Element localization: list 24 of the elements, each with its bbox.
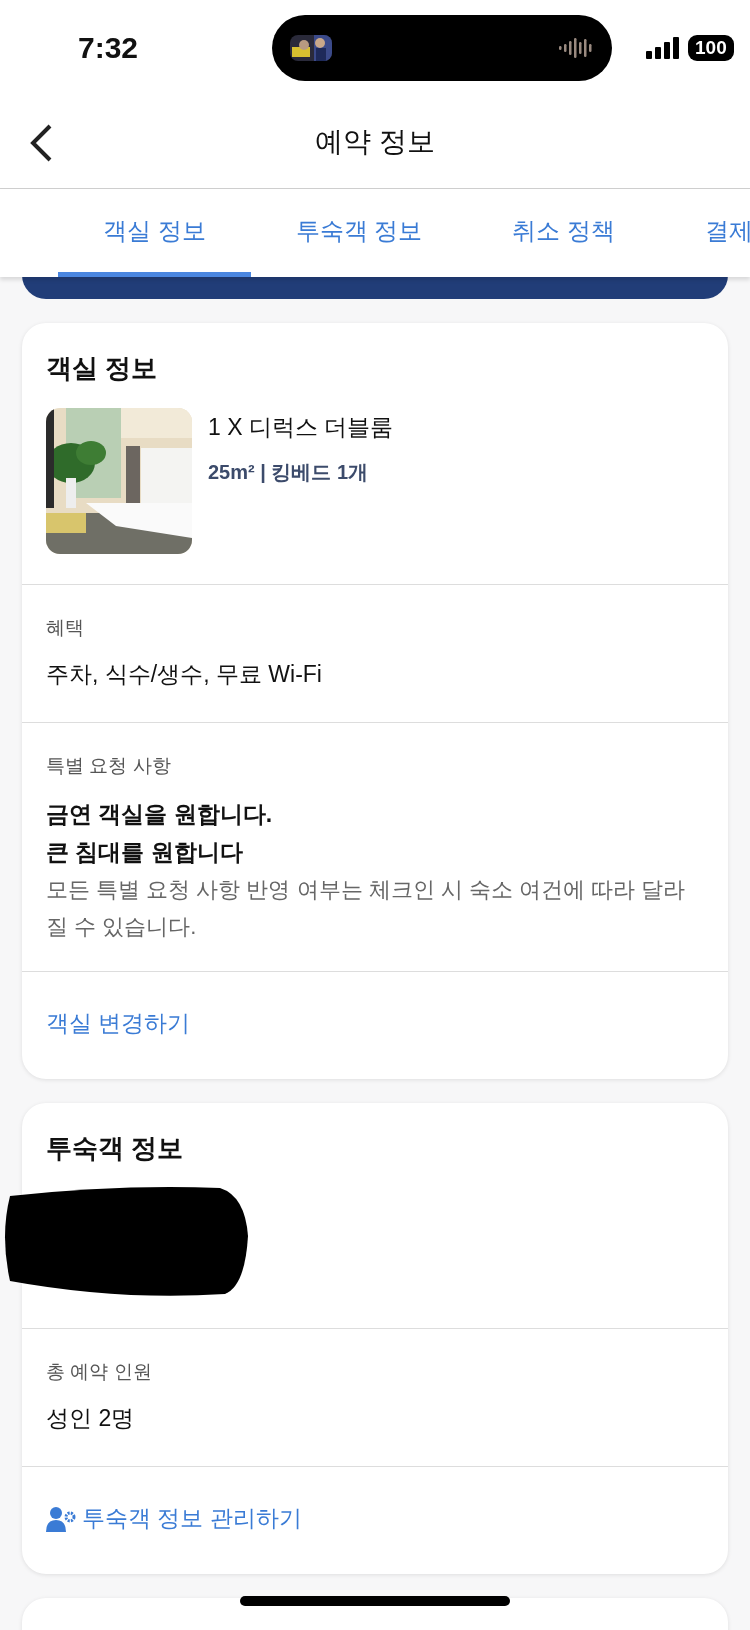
room-details: 25m² | 킹베드 1개 bbox=[208, 460, 370, 485]
waveform-icon bbox=[558, 35, 594, 60]
room-name: 1 X 디럭스 더블룸 bbox=[208, 413, 394, 442]
card-title: 투숙객 정보 bbox=[46, 1132, 185, 1165]
page-title: 예약 정보 bbox=[315, 124, 435, 159]
user-gear-icon bbox=[46, 1505, 76, 1532]
request-text: 큰 침대를 원합니다 bbox=[46, 838, 244, 867]
tab[interactable]: 투숙객 정보 bbox=[250, 189, 468, 277]
section-label: 총 예약 인원 bbox=[46, 1360, 153, 1384]
section-label: 혜택 bbox=[46, 616, 85, 640]
section-label: 특별 요청 사항 bbox=[46, 754, 172, 778]
benefits-text: 주차, 식수/생수, 무료 Wi-Fi bbox=[46, 660, 323, 689]
card-title: 객실 정보 bbox=[46, 352, 159, 385]
request-text: 금연 객실을 원합니다. bbox=[46, 800, 274, 829]
change-room-link[interactable]: 객실 변경하기 bbox=[46, 1008, 191, 1039]
battery-level: 100 bbox=[688, 34, 734, 61]
tab[interactable]: 취소 정책 bbox=[467, 189, 660, 277]
status-time: 7:32 bbox=[78, 30, 140, 65]
back-icon[interactable] bbox=[28, 123, 54, 163]
tab[interactable]: 결제 bbox=[660, 189, 750, 277]
manage-guests-link[interactable]: 투숙객 정보 관리하기 bbox=[46, 1503, 302, 1534]
request-note: 모든 특별 요청 사항 반영 여부는 체크인 시 숙소 여건에 따라 달라질 수 있습니다. bbox=[46, 876, 687, 941]
guest-count: 성인 2명 bbox=[46, 1404, 136, 1433]
signal-icon bbox=[646, 36, 680, 59]
